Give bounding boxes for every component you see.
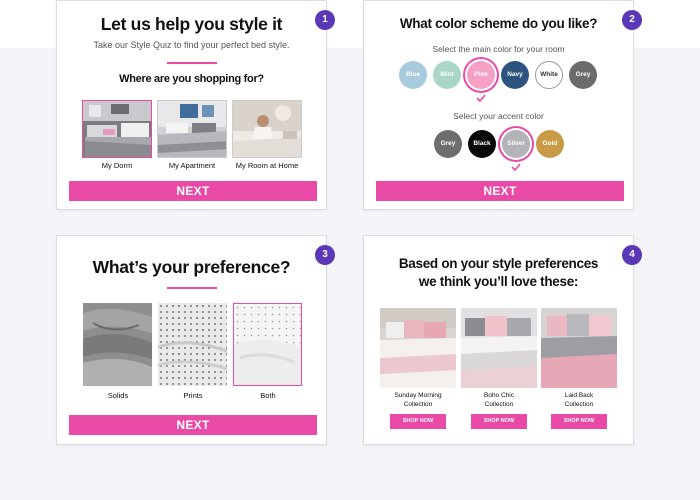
main-color-navy[interactable]: Navy	[501, 61, 529, 89]
product-name-line-2: Collection	[484, 401, 514, 408]
accent-color-silver[interactable]: Silver	[502, 130, 530, 158]
quiz-step-1-card: Let us help you style it Take our Style …	[56, 0, 327, 210]
main-color-blue[interactable]: Blue	[399, 61, 427, 89]
check-icon	[476, 94, 486, 102]
step-badge-2: 2	[622, 10, 642, 30]
step-badge-4: 4	[622, 245, 642, 265]
next-button[interactable]: NEXT	[69, 415, 317, 435]
main-color-mint[interactable]: Mint	[433, 61, 461, 89]
solid-sheets-photo	[83, 303, 152, 386]
card-2-title: What color scheme do you like?	[399, 16, 598, 31]
product-name: Boho Chic Collection	[461, 391, 537, 409]
quiz-results-card: Based on your style preferences we think…	[363, 235, 634, 445]
card-1-title: Let us help you style it	[100, 14, 283, 34]
option-solids[interactable]: Solids	[83, 303, 153, 403]
product-name-line-1: Boho Chic	[484, 392, 514, 399]
check-icon	[511, 163, 521, 171]
quiz-step-3-card: What’s your preference? Solids Prints Bo…	[56, 235, 327, 445]
product-boho-chic[interactable]: Boho Chic Collection SHOP NOW	[461, 308, 537, 429]
dorm-room-photo	[82, 100, 152, 158]
card-1-question: Where are you shopping for?	[119, 73, 264, 85]
shop-now-button[interactable]: SHOP NOW	[390, 414, 446, 429]
product-laid-back[interactable]: Laid Back Collection SHOP NOW	[541, 308, 617, 429]
next-button[interactable]: NEXT	[69, 181, 317, 201]
option-label: Both	[260, 391, 276, 400]
product-image	[461, 308, 537, 388]
home-bedroom-photo	[232, 100, 302, 158]
product-name: Sunday Morning Collection	[380, 391, 456, 409]
option-my-room-at-home[interactable]: My Room at Home	[232, 100, 302, 170]
apartment-bedroom-photo	[157, 100, 227, 158]
product-name-line-2: Collection	[564, 401, 594, 408]
main-color-white[interactable]: White	[535, 61, 563, 89]
accent-color-black[interactable]: Black	[468, 130, 496, 158]
product-image	[380, 308, 456, 388]
step-badge-1: 1	[315, 10, 335, 30]
shop-now-button[interactable]: SHOP NOW	[551, 414, 607, 429]
product-image	[541, 308, 617, 388]
option-both[interactable]: Both	[233, 303, 303, 403]
product-name-line-1: Laid Back	[564, 392, 594, 399]
card-1-subtitle: Take our Style Quiz to find your perfect…	[93, 40, 290, 50]
printed-sheets-photo	[158, 303, 227, 386]
results-title-line-1: Based on your style preferences	[398, 256, 599, 271]
option-my-dorm[interactable]: My Dorm	[82, 100, 152, 170]
main-color-prompt: Select the main color for your room	[432, 44, 565, 54]
main-color-grey[interactable]: Grey	[569, 61, 597, 89]
mixed-sheets-photo	[233, 303, 302, 386]
option-prints[interactable]: Prints	[158, 303, 228, 403]
card-3-divider	[167, 287, 217, 289]
results-title-line-2: we think you’ll love these:	[418, 274, 579, 289]
product-name-line-1: Sunday Morning	[394, 392, 442, 399]
card-3-title: What’s your preference?	[92, 257, 291, 277]
step-badge-3: 3	[315, 245, 335, 265]
shop-now-button[interactable]: SHOP NOW	[471, 414, 527, 429]
accent-color-prompt: Select your accent color	[453, 111, 544, 121]
quiz-step-2-card: What color scheme do you like? Select th…	[363, 0, 634, 210]
product-sunday-morning[interactable]: Sunday Morning Collection SHOP NOW	[380, 308, 456, 429]
product-name-line-2: Collection	[403, 401, 433, 408]
option-label: My Room at Home	[235, 161, 299, 170]
next-button[interactable]: NEXT	[376, 181, 624, 201]
card-1-divider	[167, 62, 217, 64]
accent-color-grey[interactable]: Grey	[434, 130, 462, 158]
option-my-apartment[interactable]: My Apartment	[157, 100, 227, 170]
main-color-pink[interactable]: Pink	[467, 61, 495, 89]
product-name: Laid Back Collection	[541, 391, 617, 409]
accent-color-gold[interactable]: Gold	[536, 130, 564, 158]
